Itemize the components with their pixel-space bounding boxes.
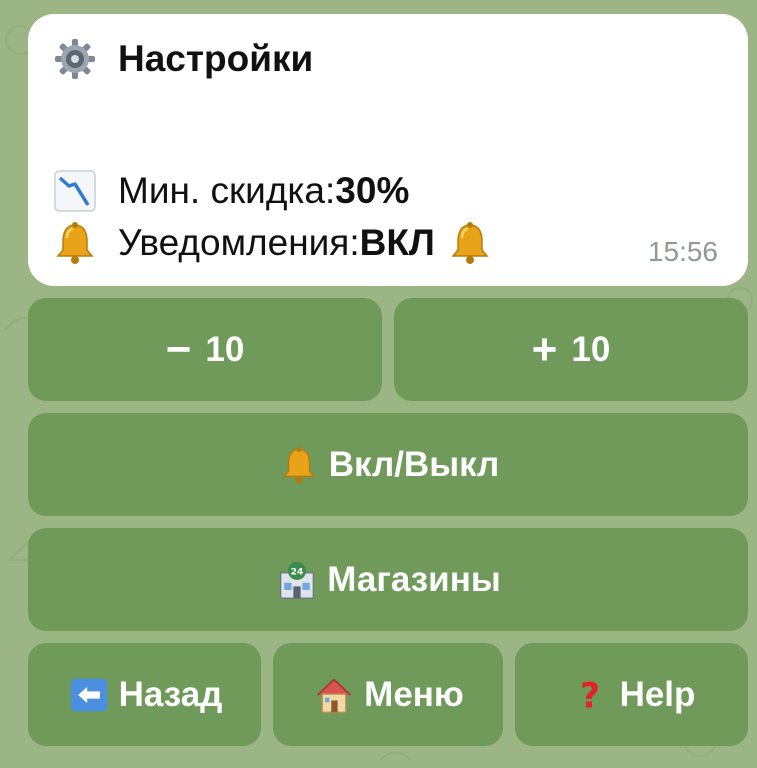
menu-button[interactable]: Меню [273, 643, 503, 746]
decrease-discount-button[interactable]: − 10 [28, 298, 382, 401]
discount-line: Мин. скидка: 30% [50, 166, 409, 216]
help-button[interactable]: ? Help [515, 643, 748, 746]
minus-icon: − [165, 324, 192, 374]
notifications-line: Уведомления: ВКЛ [50, 218, 495, 268]
bell-icon [277, 443, 321, 487]
notifications-value: ВКЛ [359, 222, 435, 263]
toggle-label: Вкл/Выкл [328, 444, 500, 484]
question-mark-icon: ? [568, 673, 612, 717]
svg-text:?: ? [580, 676, 600, 714]
house-icon [312, 673, 356, 717]
message-bubble: Настройки Мин. скидка: 30% Уведомления: … [28, 14, 748, 286]
bell-icon [50, 218, 100, 268]
convenience-store-icon: 24 [275, 558, 319, 602]
title-text: Настройки [118, 38, 314, 79]
message-title: Настройки [50, 34, 313, 84]
decrease-label: 10 [205, 329, 245, 369]
chart-decreasing-icon [50, 166, 100, 216]
increase-label: 10 [571, 329, 611, 369]
bell-icon [445, 218, 495, 268]
left-arrow-icon [67, 673, 111, 717]
toggle-notifications-button[interactable]: Вкл/Выкл [28, 413, 748, 516]
increase-discount-button[interactable]: + 10 [394, 298, 748, 401]
stores-label: Магазины [327, 559, 501, 599]
help-label: Help [619, 674, 696, 714]
discount-label: Мин. скидка: [118, 170, 336, 211]
back-label: Назад [118, 674, 223, 714]
back-button[interactable]: Назад [28, 643, 261, 746]
svg-text:24: 24 [291, 567, 304, 577]
message-time: 15:56 [647, 236, 718, 267]
discount-value: 30% [335, 170, 410, 211]
stores-button[interactable]: 24 Магазины [28, 528, 748, 631]
menu-label: Меню [364, 674, 464, 714]
gear-icon [50, 34, 100, 84]
plus-icon: + [531, 324, 558, 374]
notifications-label: Уведомления: [118, 222, 360, 263]
